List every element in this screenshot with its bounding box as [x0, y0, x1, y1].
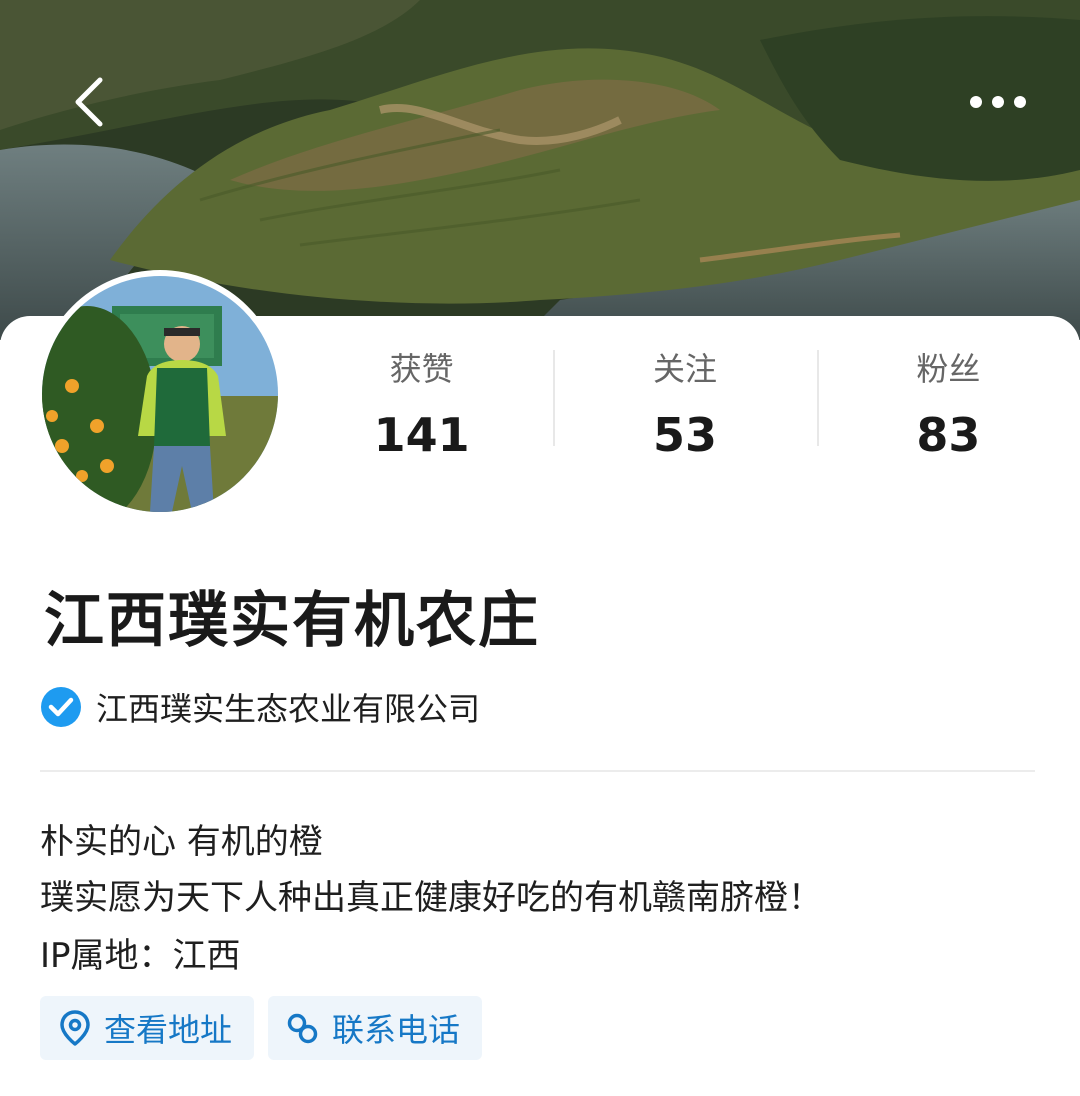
avatar-photo — [42, 276, 278, 512]
bio-line: 朴实的心 有机的橙 — [40, 822, 323, 862]
verified-badge: 江西璞实生态农业有限公司 — [40, 684, 480, 730]
contact-phone-button[interactable]: 联系电话 — [268, 996, 483, 1060]
stat-value: 53 — [652, 408, 717, 462]
chevron-left-icon — [75, 77, 103, 127]
stat-following[interactable]: 关注 53 — [553, 340, 816, 462]
profile-bio: 朴实的心 有机的橙 璞实愿为天下人种出真正健康好吃的有机赣南脐橙！ — [40, 814, 822, 926]
ip-location: IP属地：江西 — [40, 936, 241, 976]
contact-phone-label: 联系电话 — [332, 1011, 461, 1049]
stat-followers[interactable]: 粉丝 83 — [816, 340, 1080, 462]
stat-label: 关注 — [652, 350, 717, 388]
view-address-button[interactable]: 查看地址 — [40, 996, 255, 1060]
phone-link-icon — [287, 1013, 318, 1044]
profile-name: 江西璞实有机农庄 — [44, 586, 540, 656]
profile-actions: 查看地址 联系电话 — [40, 996, 483, 1060]
divider — [40, 770, 1035, 772]
avatar[interactable] — [36, 270, 284, 518]
back-button[interactable] — [52, 66, 124, 138]
bio-line: 璞实愿为天下人种出真正健康好吃的有机赣南脐橙！ — [40, 878, 822, 918]
avatar-image — [42, 276, 278, 512]
stat-value: 83 — [916, 408, 981, 462]
verified-org-name: 江西璞实生态农业有限公司 — [96, 690, 481, 728]
stat-label: 粉丝 — [916, 350, 981, 388]
stat-likes[interactable]: 获赞 141 — [290, 340, 553, 462]
location-pin-icon — [60, 1010, 90, 1046]
more-button[interactable] — [962, 66, 1034, 138]
stat-label: 获赞 — [389, 350, 454, 388]
more-dots-icon — [970, 96, 1026, 108]
stat-value: 141 — [373, 408, 470, 462]
profile-stats: 获赞 141 关注 53 粉丝 83 — [290, 340, 1080, 462]
view-address-label: 查看地址 — [104, 1011, 233, 1049]
verified-check-icon — [41, 687, 81, 727]
